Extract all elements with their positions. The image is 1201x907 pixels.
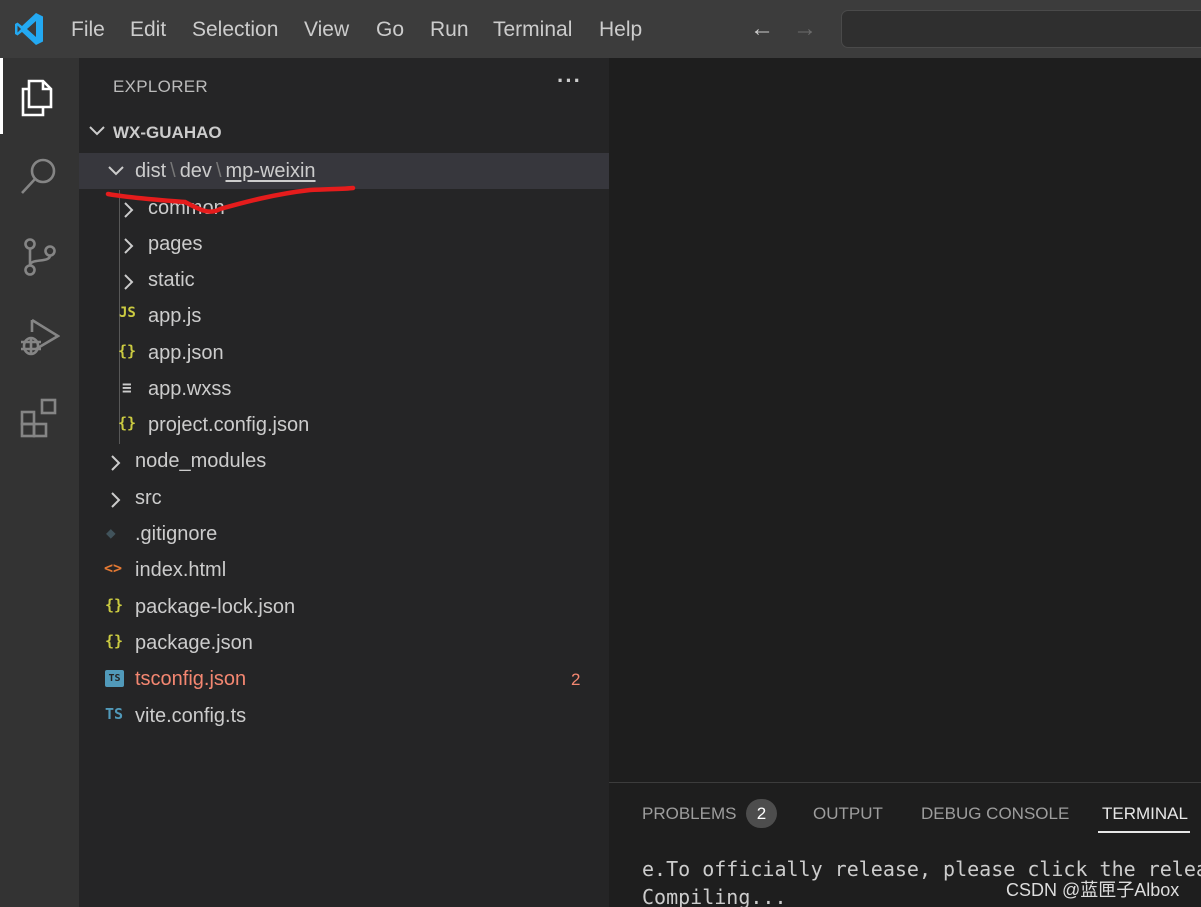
json-file-icon: {}: [118, 342, 137, 360]
editor-area[interactable]: [609, 58, 1201, 782]
activity-search[interactable]: [0, 138, 79, 214]
path-segment[interactable]: mp-weixin: [226, 160, 316, 182]
tree-label: app.json: [148, 342, 224, 364]
menu-help[interactable]: Help: [599, 18, 642, 42]
active-tab-indicator: [1098, 831, 1190, 833]
activity-run-debug[interactable]: [0, 298, 79, 374]
html-file-icon: <>: [104, 559, 123, 577]
tree-file-index-html[interactable]: <> index.html: [79, 552, 609, 588]
tab-debug-console[interactable]: DEBUG CONSOLE: [921, 804, 1069, 824]
tree-folder-static[interactable]: static: [79, 262, 609, 298]
tree-file-package-lock-json[interactable]: {} package-lock.json: [79, 589, 609, 625]
activity-source-control[interactable]: [0, 218, 79, 294]
title-bar: File Edit Selection View Go Run Terminal…: [0, 0, 1201, 58]
run-debug-icon: [21, 318, 60, 356]
chevron-right-icon: [124, 274, 134, 290]
chevron-right-icon: [111, 492, 121, 508]
tree-label: app.js: [148, 305, 202, 327]
tree-label: project.config.json: [148, 414, 310, 436]
activity-bar: [0, 58, 79, 907]
tree-label: .gitignore: [135, 523, 218, 545]
path-segment[interactable]: dev: [180, 160, 212, 182]
tree-label: node_modules: [135, 450, 267, 472]
menu-run[interactable]: Run: [430, 18, 469, 42]
js-file-icon: JS: [119, 305, 136, 321]
tree-label: tsconfig.json: [135, 668, 247, 690]
tree-folder-node-modules[interactable]: node_modules: [79, 443, 609, 479]
tab-terminal[interactable]: TERMINAL: [1102, 804, 1188, 824]
menu-edit[interactable]: Edit: [130, 18, 166, 42]
tree-folder-pages[interactable]: pages: [79, 226, 609, 262]
tree-file-app-wxss[interactable]: ≡ app.wxss: [79, 371, 609, 407]
ts-file-icon: TS: [105, 670, 124, 687]
tree-label: static: [148, 269, 195, 291]
menu-selection[interactable]: Selection: [192, 18, 278, 42]
tree-folder-src[interactable]: src: [79, 480, 609, 516]
problem-count-badge: 2: [571, 670, 581, 689]
tree-label: package.json: [135, 632, 253, 654]
active-indicator: [0, 58, 3, 134]
tree-file-vite-config-ts[interactable]: TS vite.config.ts: [79, 698, 609, 734]
tree-file-project-config-json[interactable]: {} project.config.json: [79, 407, 609, 443]
terminal-line: Compiling...: [642, 885, 787, 907]
chevron-down-icon: [108, 166, 124, 176]
workspace-header[interactable]: WX-GUAHAO: [79, 118, 609, 148]
tree-file-package-json[interactable]: {} package.json: [79, 625, 609, 661]
search-icon: [21, 158, 56, 194]
tab-output[interactable]: OUTPUT: [813, 804, 883, 824]
explorer-title: EXPLORER: [113, 77, 208, 96]
menu-go[interactable]: Go: [376, 18, 404, 42]
menu-view[interactable]: View: [304, 18, 349, 42]
git-file-icon: ◆: [106, 523, 116, 542]
arrow-left-icon[interactable]: ←: [750, 16, 774, 42]
problems-count-badge: 2: [746, 799, 777, 828]
path-separator: \: [215, 160, 222, 182]
tree-label: src: [135, 487, 162, 509]
activity-explorer[interactable]: [0, 58, 79, 134]
workspace-name: WX-GUAHAO: [113, 123, 222, 142]
css-file-icon: ≡: [122, 378, 132, 397]
arrow-right-icon[interactable]: →: [793, 16, 817, 42]
chevron-right-icon: [124, 238, 134, 254]
activity-extensions[interactable]: [0, 378, 79, 454]
command-center-search[interactable]: [841, 10, 1201, 48]
chevron-right-icon: [111, 455, 121, 471]
tree-file-app-json[interactable]: {} app.json: [79, 335, 609, 371]
chevron-down-icon: [89, 126, 105, 136]
watermark: CSDN @蓝匣子Albox: [1006, 880, 1180, 900]
tree-file-tsconfig-json[interactable]: TS tsconfig.json 2: [79, 661, 609, 697]
path-segment[interactable]: dist: [135, 160, 166, 182]
menu-terminal[interactable]: Terminal: [493, 18, 572, 42]
tree-label: app.wxss: [148, 378, 232, 400]
red-underline-annotation: [105, 185, 356, 214]
vscode-logo-icon: [15, 13, 43, 45]
tree-label: pages: [148, 233, 203, 255]
tab-problems[interactable]: PROBLEMS: [642, 804, 736, 824]
path-separator: \: [170, 160, 176, 182]
menu-file[interactable]: File: [71, 18, 105, 42]
source-control-icon: [24, 238, 56, 276]
explorer-icon: [21, 79, 53, 117]
more-actions-icon[interactable]: ···: [557, 68, 582, 94]
json-file-icon: {}: [105, 596, 124, 614]
tree-file-app-js[interactable]: JS app.js: [79, 298, 609, 334]
tree-file-gitignore[interactable]: ◆ .gitignore: [79, 516, 609, 552]
tree-label: package-lock.json: [135, 596, 296, 618]
extensions-icon: [20, 398, 57, 438]
ts-file-icon: TS: [105, 705, 124, 723]
json-file-icon: {}: [118, 414, 137, 432]
tree-label: index.html: [135, 559, 227, 581]
json-file-icon: {}: [105, 632, 124, 650]
tree-label: vite.config.ts: [135, 705, 247, 727]
